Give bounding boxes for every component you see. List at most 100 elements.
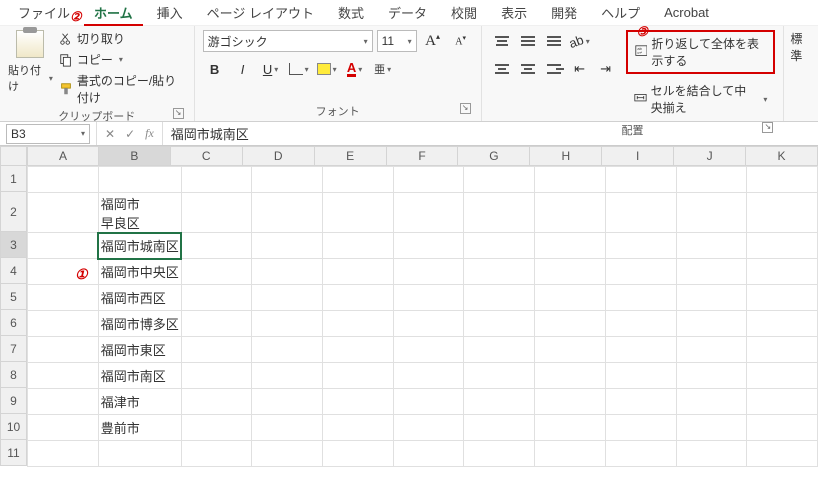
col-header-D[interactable]: D: [243, 146, 315, 166]
menu-help[interactable]: ヘルプ: [589, 0, 652, 26]
menu-data[interactable]: データ: [376, 0, 439, 26]
cell-G3[interactable]: [464, 233, 535, 259]
col-header-G[interactable]: G: [458, 146, 530, 166]
cell-D7[interactable]: [252, 337, 323, 363]
cell-E2[interactable]: [323, 193, 394, 233]
merge-center-button[interactable]: セルを結合して中央揃え▾: [626, 78, 776, 120]
cell-C1[interactable]: [181, 167, 252, 193]
cell-J11[interactable]: [676, 441, 747, 467]
cell-H4[interactable]: [535, 259, 606, 285]
cell-A10[interactable]: [28, 415, 99, 441]
font-name-select[interactable]: 游ゴシック▾: [203, 30, 373, 52]
cell-E6[interactable]: [323, 311, 394, 337]
cell-A8[interactable]: [28, 363, 99, 389]
cell-A1[interactable]: [28, 167, 99, 193]
cell-D5[interactable]: [252, 285, 323, 311]
valign-bottom-button[interactable]: [542, 30, 566, 52]
row-header-3[interactable]: 3: [0, 232, 27, 258]
cell-K4[interactable]: [747, 259, 818, 285]
cell-D10[interactable]: [252, 415, 323, 441]
cell-J7[interactable]: [676, 337, 747, 363]
row-header-10[interactable]: 10: [0, 414, 27, 440]
row-header-2[interactable]: 2: [0, 192, 27, 232]
row-header-6[interactable]: 6: [0, 310, 27, 336]
cell-C10[interactable]: [181, 415, 252, 441]
cell-K9[interactable]: [747, 389, 818, 415]
cell-H2[interactable]: [535, 193, 606, 233]
cell-H3[interactable]: [535, 233, 606, 259]
cell-A5[interactable]: [28, 285, 99, 311]
cell-H6[interactable]: [535, 311, 606, 337]
col-header-I[interactable]: I: [602, 146, 674, 166]
row-header-7[interactable]: 7: [0, 336, 27, 362]
valign-top-button[interactable]: [490, 30, 514, 52]
cell-G6[interactable]: [464, 311, 535, 337]
dialog-launcher-icon[interactable]: ↘: [173, 108, 184, 119]
cell-I11[interactable]: [605, 441, 676, 467]
cell-J8[interactable]: [676, 363, 747, 389]
cell-I2[interactable]: [605, 193, 676, 233]
cell-G9[interactable]: [464, 389, 535, 415]
cell-K2[interactable]: [747, 193, 818, 233]
cell-I1[interactable]: [605, 167, 676, 193]
wrap-text-button[interactable]: abc↵ 折り返して全体を表示する: [626, 30, 776, 74]
cell-H7[interactable]: [535, 337, 606, 363]
cell-G1[interactable]: [464, 167, 535, 193]
font-size-select[interactable]: 11▾: [377, 30, 417, 52]
cells-area[interactable]: 福岡市 早良区福岡市城南区福岡市中央区福岡市西区福岡市博多区福岡市東区福岡市南区…: [27, 166, 818, 467]
cell-C2[interactable]: [181, 193, 252, 233]
cell-C6[interactable]: [181, 311, 252, 337]
dialog-launcher-icon[interactable]: ↘: [460, 103, 471, 114]
cell-B6[interactable]: 福岡市博多区: [98, 311, 181, 337]
menu-insert[interactable]: 挿入: [145, 0, 195, 26]
cell-E9[interactable]: [323, 389, 394, 415]
col-header-C[interactable]: C: [171, 146, 243, 166]
font-color-button[interactable]: A▾: [343, 58, 367, 80]
row-header-8[interactable]: 8: [0, 362, 27, 388]
cell-B11[interactable]: [98, 441, 181, 467]
dialog-launcher-icon[interactable]: ↘: [762, 122, 773, 133]
cell-B8[interactable]: 福岡市南区: [98, 363, 181, 389]
cell-G2[interactable]: [464, 193, 535, 233]
row-header-9[interactable]: 9: [0, 388, 27, 414]
cell-K8[interactable]: [747, 363, 818, 389]
cell-A9[interactable]: [28, 389, 99, 415]
cell-I3[interactable]: [605, 233, 676, 259]
format-painter-button[interactable]: 書式のコピー/貼り付け: [59, 72, 186, 106]
cell-D8[interactable]: [252, 363, 323, 389]
cell-C8[interactable]: [181, 363, 252, 389]
enter-icon[interactable]: ✓: [125, 127, 135, 141]
cell-C4[interactable]: [181, 259, 252, 285]
cancel-icon[interactable]: ✕: [105, 127, 115, 141]
cell-D4[interactable]: [252, 259, 323, 285]
cell-H5[interactable]: [535, 285, 606, 311]
cell-G5[interactable]: [464, 285, 535, 311]
cell-C5[interactable]: [181, 285, 252, 311]
cell-C7[interactable]: [181, 337, 252, 363]
cell-F7[interactable]: [393, 337, 464, 363]
cell-I6[interactable]: [605, 311, 676, 337]
cut-button[interactable]: 切り取り: [59, 30, 186, 47]
cell-A6[interactable]: [28, 311, 99, 337]
cell-I7[interactable]: [605, 337, 676, 363]
cell-B9[interactable]: 福津市: [98, 389, 181, 415]
cell-E8[interactable]: [323, 363, 394, 389]
cell-A11[interactable]: [28, 441, 99, 467]
cell-I9[interactable]: [605, 389, 676, 415]
copy-button[interactable]: コピー▾: [59, 51, 186, 68]
cell-K3[interactable]: [747, 233, 818, 259]
cell-F2[interactable]: [393, 193, 464, 233]
orientation-button[interactable]: ab▾: [568, 30, 592, 52]
cell-D1[interactable]: [252, 167, 323, 193]
cell-C11[interactable]: [181, 441, 252, 467]
cell-C9[interactable]: [181, 389, 252, 415]
number-format-label[interactable]: 標準: [790, 32, 802, 63]
cell-D11[interactable]: [252, 441, 323, 467]
cell-A2[interactable]: [28, 193, 99, 233]
indent-increase-button[interactable]: ⇥: [594, 58, 618, 80]
name-box[interactable]: B3▾: [6, 124, 90, 144]
indent-decrease-button[interactable]: ⇤: [568, 58, 592, 80]
cell-J3[interactable]: [676, 233, 747, 259]
cell-D6[interactable]: [252, 311, 323, 337]
menu-review[interactable]: 校閲: [439, 0, 489, 26]
